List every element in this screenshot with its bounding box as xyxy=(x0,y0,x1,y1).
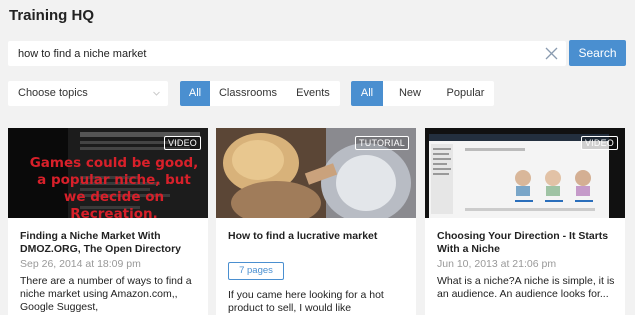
type-filter: All Classrooms Events xyxy=(180,81,340,106)
tutorial-badge: TUTORIAL xyxy=(355,136,409,150)
card-date: Jun 10, 2013 at 21:06 pm xyxy=(437,258,557,270)
card-title[interactable]: How to find a lucrative market xyxy=(228,230,408,243)
course-card[interactable]: Games could be good, a popular niche, bu… xyxy=(8,128,208,315)
topics-dropdown[interactable]: Choose topics xyxy=(8,81,168,106)
card-thumbnail[interactable]: VIDEO xyxy=(425,128,625,218)
card-title[interactable]: Finding a Niche Market With DMOZ.ORG, Th… xyxy=(20,230,200,256)
search-input[interactable] xyxy=(8,41,538,66)
video-badge: VIDEO xyxy=(163,136,201,150)
sort-option-popular[interactable]: Popular xyxy=(437,81,494,106)
video-badge: VIDEO xyxy=(580,136,618,150)
topics-placeholder: Choose topics xyxy=(18,87,88,99)
chevron-down-icon xyxy=(153,91,160,96)
card-description: What is a niche?A niche is simple, it is… xyxy=(437,275,615,300)
course-card[interactable]: VIDEO Choosing Your Direction - It Start… xyxy=(425,128,625,315)
type-option-events[interactable]: Events xyxy=(286,81,340,106)
pages-button[interactable]: 7 pages xyxy=(228,262,284,280)
search-button[interactable]: Search xyxy=(569,40,626,66)
sort-option-new[interactable]: New xyxy=(383,81,437,106)
card-thumbnail[interactable]: TUTORIAL xyxy=(216,128,416,218)
search-bar xyxy=(8,41,566,66)
sort-option-all[interactable]: All xyxy=(351,81,383,106)
card-description: If you came here looking for a hot produ… xyxy=(228,289,384,314)
card-title[interactable]: Choosing Your Direction - It Starts With… xyxy=(437,230,617,256)
type-option-all[interactable]: All xyxy=(180,81,210,106)
sort-filter: All New Popular xyxy=(351,81,494,106)
type-option-classrooms[interactable]: Classrooms xyxy=(210,81,286,106)
thumbnail-caption: Games could be good, a popular niche, bu… xyxy=(29,155,199,218)
card-thumbnail[interactable]: Games could be good, a popular niche, bu… xyxy=(8,128,208,218)
page-title: Training HQ xyxy=(9,7,95,24)
close-icon[interactable] xyxy=(545,47,558,60)
card-date: Sep 26, 2014 at 18:09 pm xyxy=(20,258,141,270)
course-card[interactable]: TUTORIAL How to find a lucrative market … xyxy=(216,128,416,315)
card-description: There are a number of ways to find a nic… xyxy=(20,275,192,313)
